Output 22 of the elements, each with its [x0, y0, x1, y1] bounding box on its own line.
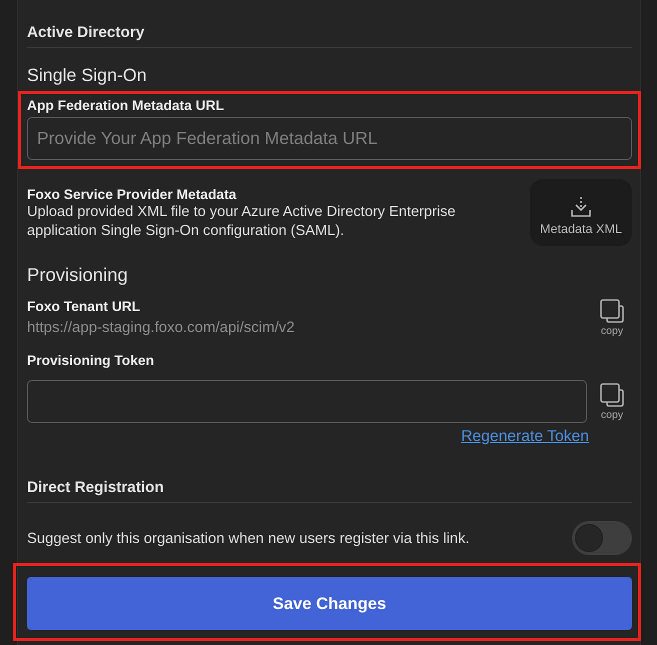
regenerate-token-link[interactable]: Regenerate Token: [461, 427, 589, 447]
section-title: Direct Registration: [27, 478, 165, 498]
save-changes-button[interactable]: Save Changes: [27, 577, 632, 630]
metadata-url-field[interactable]: Provide Your App Federation Metadata URL: [27, 117, 632, 160]
tenant-url-text: https://app-staging.foxo.com/api/scim/v2: [27, 320, 296, 336]
setting-label: Suggest only this organisation when new users register via this link.: [27, 530, 470, 548]
copy-button[interactable]: copy: [597, 299, 627, 337]
download-icon: [570, 196, 592, 218]
field-label: Foxo Service Provider Metadata: [27, 187, 238, 203]
copy-icon: [599, 383, 625, 407]
metadata-download-button[interactable]: Metadata XML: [530, 179, 632, 246]
field-label: Provisioning Token: [27, 353, 155, 369]
field-label: App Federation Metadata URL: [27, 98, 226, 114]
toggle-switch[interactable]: [572, 521, 632, 555]
section-title: Provisioning: [27, 263, 129, 287]
copy-button[interactable]: copy: [597, 383, 627, 421]
section-title: Active Directory: [27, 23, 146, 43]
section-title: Single Sign-On: [27, 64, 148, 87]
token-field[interactable]: [27, 380, 587, 423]
copy-icon: [599, 299, 625, 323]
description-text: Upload provided XML file to your Azure Active Directory Enterprise application Single Sign-On configuration (SAML).: [27, 203, 457, 241]
field-label: Foxo Tenant URL: [27, 299, 142, 315]
